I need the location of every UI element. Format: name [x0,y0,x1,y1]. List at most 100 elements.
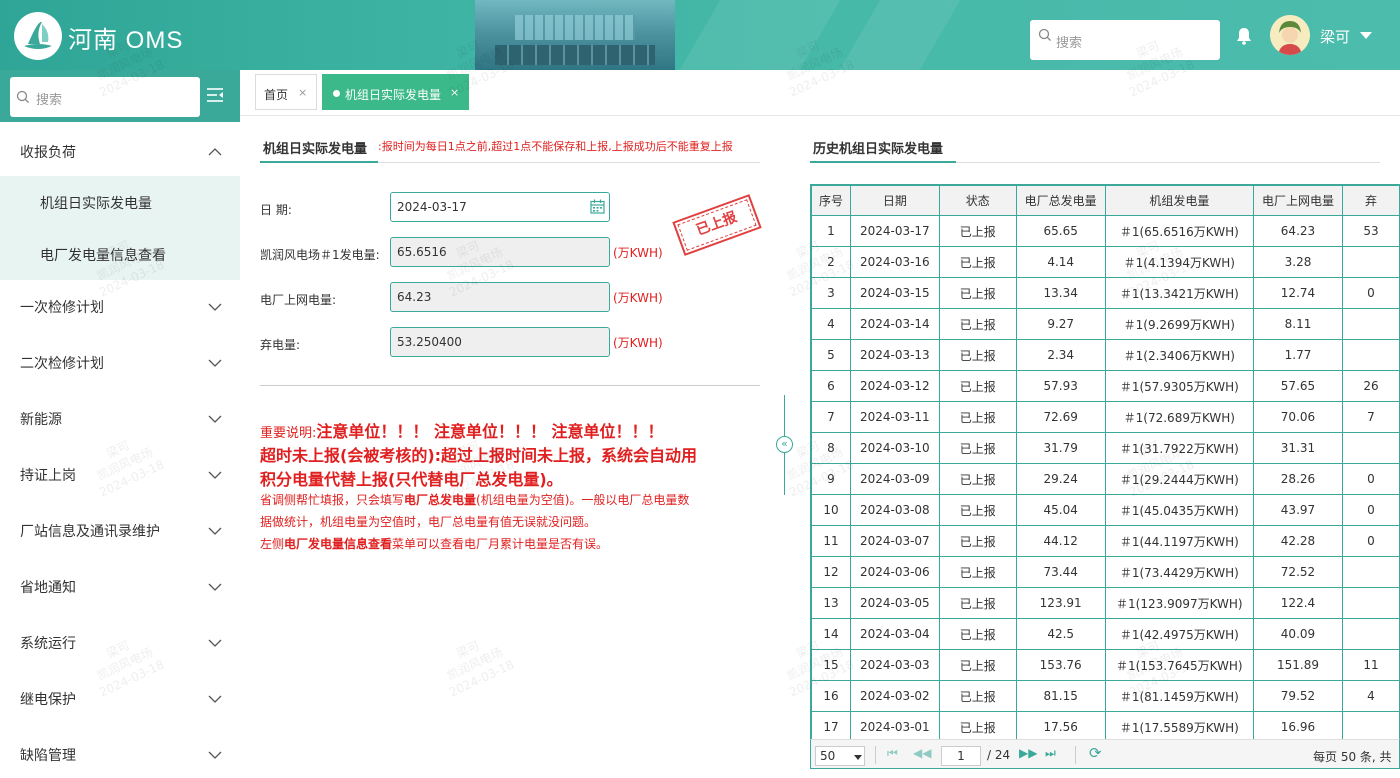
table-cell: 已上报 [938,246,1017,278]
close-icon[interactable]: × [298,86,307,99]
table-cell: 2024-03-17 [849,215,940,247]
reported-stamp: 已上报 [672,194,762,256]
sidebar-search-placeholder: 搜索 [36,93,63,108]
sidebar-subitem-unit-daily-generation[interactable]: 机组日实际发电量 [0,176,240,228]
pagination-summary: 每页 50 条, 共 [1313,750,1392,764]
table-cell: 6 [811,370,851,402]
table-cell: 2024-03-12 [849,370,940,402]
watermark: 梁可凯润风电场2024-03-18 [444,638,517,700]
unit-generation-field[interactable]: 65.6516 [390,237,610,267]
note-text: 菜单可以查看电厂月累计电量是否有误。 [392,537,609,551]
table-cell: 9 [811,463,851,495]
table-row[interactable]: 8 2024-03-10 已上报 31.79 ＃1(31.7922万KWH) 31.31 [811,432,1400,464]
page-size-select[interactable]: 50 [815,746,865,766]
chevron-down-icon [208,692,222,708]
sidebar-item-load-report[interactable]: 收报负荷 [0,125,240,177]
chevron-down-icon[interactable] [1360,32,1372,39]
sidebar-item-new-energy[interactable]: 新能源 [0,392,240,444]
chevron-down-icon [208,748,222,764]
column-header: 序号 [811,185,851,216]
table-row[interactable]: 15 2024-03-03 已上报 153.76 ＃1(153.7645万KWH) 151… [811,649,1400,681]
tab-unit-daily-generation[interactable]: 机组日实际发电量 × [322,74,469,110]
table-cell: 16 [811,680,851,712]
sidebar-item-station-info[interactable]: 厂站信息及通讯录维护 [0,504,240,556]
table-cell: 72.69 [1015,401,1106,433]
table-cell [1341,618,1400,650]
table-row[interactable]: 17 2024-03-01 已上报 17.56 ＃1(17.5589万KWH) 16.96 [811,711,1400,739]
sidebar-item-primary-maintenance[interactable]: 一次检修计划 [0,280,240,332]
table-row[interactable]: 6 2024-03-12 已上报 57.93 ＃1(57.9305万KWH) 57.65 2… [811,370,1400,402]
table-row[interactable]: 16 2024-03-02 已上报 81.15 ＃1(81.1459万KWH) 79.52… [811,680,1400,712]
table-cell: 2024-03-05 [849,587,940,619]
tab-home[interactable]: 首页 × [255,74,317,110]
calendar-icon[interactable] [590,199,605,217]
double-chevron-left-icon[interactable]: « [776,436,793,453]
table-row[interactable]: 2 2024-03-16 已上报 4.14 ＃1(4.1394万KWH) 3.28 [811,246,1400,278]
sidebar-subitem-plant-generation-view[interactable]: 电厂发电量信息查看 [0,228,240,280]
menu-collapse-icon[interactable] [206,87,224,107]
table-cell: 8.11 [1253,308,1343,340]
table-cell: ＃1(44.1197万KWH) [1104,525,1255,557]
table-row[interactable]: 10 2024-03-08 已上报 45.04 ＃1(45.0435万KWH) 43.97… [811,494,1400,526]
table-cell [1341,711,1400,739]
sidebar-search-input[interactable]: 搜索 [10,77,200,117]
chevron-down-icon [208,636,222,652]
table-cell [1341,432,1400,464]
table-cell [1341,308,1400,340]
sidebar-item-secondary-maintenance[interactable]: 二次检修计划 [0,336,240,388]
table-row[interactable]: 13 2024-03-05 已上报 123.91 ＃1(123.9097万KWH) 122… [811,587,1400,619]
table-cell [1341,556,1400,588]
table-cell: 4 [811,308,851,340]
sidebar-item-label: 新能源 [20,412,62,428]
table-row[interactable]: 7 2024-03-11 已上报 72.69 ＃1(72.689万KWH) 70.06 7 [811,401,1400,433]
date-field[interactable]: 2024-03-17 [390,192,610,222]
table-cell: 2024-03-08 [849,494,940,526]
close-icon[interactable]: × [450,86,459,99]
table-cell: 已上报 [938,556,1017,588]
sidebar-item-relay-protection[interactable]: 继电保护 [0,672,240,724]
table-cell: 2024-03-04 [849,618,940,650]
table-cell: ＃1(9.2699万KWH) [1104,308,1255,340]
table-cell: ＃1(73.4429万KWH) [1104,556,1255,588]
table-cell [1341,246,1400,278]
page-number-input[interactable]: 1 [941,746,981,766]
table-cell: 45.04 [1015,494,1106,526]
sidebar-item-notifications[interactable]: 省地通知 [0,560,240,612]
chevron-up-icon [208,145,222,161]
avatar[interactable] [1270,15,1310,55]
table-cell: 12 [811,556,851,588]
table-row[interactable]: 4 2024-03-14 已上报 9.27 ＃1(9.2699万KWH) 8.11 [811,308,1400,340]
table-row[interactable]: 11 2024-03-07 已上报 44.12 ＃1(44.1197万KWH) 42.28… [811,525,1400,557]
table-row[interactable]: 5 2024-03-13 已上报 2.34 ＃1(2.3406万KWH) 1.77 [811,339,1400,371]
table-cell: 17.56 [1015,711,1106,739]
grid-energy-field[interactable]: 64.23 [390,282,610,312]
refresh-icon[interactable]: ⟳ [1089,744,1102,762]
table-cell: ＃1(153.7645万KWH) [1104,649,1255,681]
table-cell: 2024-03-01 [849,711,940,739]
top-search-placeholder: 搜索 [1056,36,1083,51]
sidebar-item-label: 缺陷管理 [20,748,76,764]
sidebar-item-defect-management[interactable]: 缺陷管理 [0,728,240,778]
chevron-down-icon [208,356,222,372]
history-table-container[interactable]: 序号 日期 状态 电厂总发电量 机组发电量 电厂上网电量弃 1 2024-03-17 已上报 6… [810,184,1400,739]
table-cell: ＃1(4.1394万KWH) [1104,246,1255,278]
prev-page-icon[interactable]: ◀◀ [913,746,931,760]
bell-icon[interactable] [1236,27,1252,49]
curtailed-energy-field[interactable]: 53.250400 [390,327,610,357]
table-row[interactable]: 3 2024-03-15 已上报 13.34 ＃1(13.3421万KWH) 12.74 0 [811,277,1400,309]
table-row[interactable]: 1 2024-03-17 已上报 65.65 ＃1(65.6516万KWH) 64.23 5… [811,215,1400,247]
top-search-input[interactable]: 搜索 [1030,20,1220,60]
table-cell: 已上报 [938,215,1017,247]
table-row[interactable]: 9 2024-03-09 已上报 29.24 ＃1(29.2444万KWH) 28.26 0 [811,463,1400,495]
table-row[interactable]: 14 2024-03-04 已上报 42.5 ＃1(42.4975万KWH) 40.09 [811,618,1400,650]
user-name[interactable]: 梁可 [1320,26,1350,47]
table-cell: 2024-03-13 [849,339,940,371]
history-table: 序号 日期 状态 电厂总发电量 机组发电量 电厂上网电量弃 1 2024-03-17 已上报 6… [811,185,1400,739]
last-page-icon[interactable]: ⏭ [1045,746,1056,761]
sidebar-item-certification[interactable]: 持证上岗 [0,448,240,500]
table-cell: 123.91 [1015,587,1106,619]
first-page-icon[interactable]: ⏮ [887,746,898,761]
table-row[interactable]: 12 2024-03-06 已上报 73.44 ＃1(73.4429万KWH) 72.52 [811,556,1400,588]
next-page-icon[interactable]: ▶▶ [1019,746,1037,760]
sidebar-item-system-operation[interactable]: 系统运行 [0,616,240,668]
